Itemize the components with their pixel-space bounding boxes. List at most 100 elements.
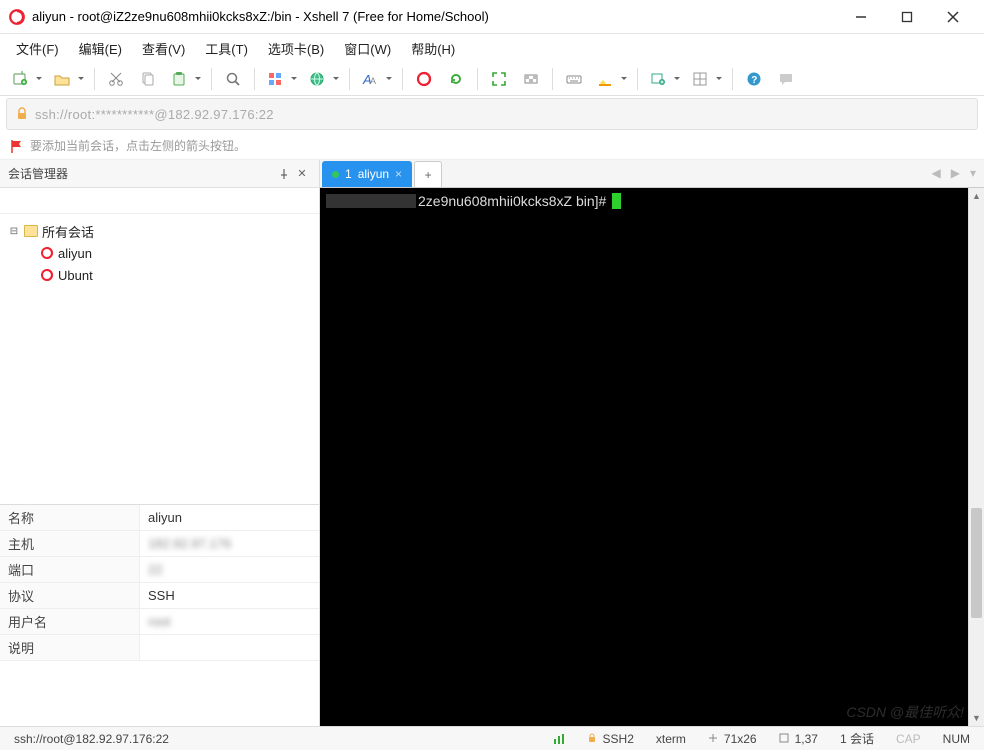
svg-text:?: ? xyxy=(751,75,757,86)
tab-aliyun[interactable]: 1 aliyun × xyxy=(322,161,412,187)
terminal-scrollbar[interactable]: ▲ ▼ xyxy=(968,188,984,726)
session-manager-panel: 会话管理器 ✕ ⊟ 所有会话 aliyun Ubun xyxy=(0,160,320,726)
xshell-button[interactable] xyxy=(409,65,439,93)
size-icon xyxy=(708,733,720,745)
status-address: ssh://root@182.92.97.176:22 xyxy=(8,732,175,746)
terminal[interactable]: 2ze9nu608mhii0kcks8xZ bin]# xyxy=(320,188,968,726)
toolbar-sep xyxy=(477,68,478,90)
help-button[interactable]: ? xyxy=(739,65,769,93)
scroll-thumb[interactable] xyxy=(971,508,982,618)
keyboard-button[interactable] xyxy=(559,65,589,93)
address-text: ssh://root:***********@182.92.97.176:22 xyxy=(35,107,274,122)
menu-window[interactable]: 窗口(W) xyxy=(336,35,399,62)
prop-value: aliyun xyxy=(140,510,319,525)
status-term: xterm xyxy=(650,732,692,746)
highlight-button[interactable] xyxy=(591,65,631,93)
session-root-label: 所有会话 xyxy=(42,222,94,241)
tabbar: 1 aliyun × + ◀ ▶ ▾ xyxy=(320,160,984,188)
status-activity xyxy=(547,733,571,745)
svg-text:A: A xyxy=(370,76,376,86)
prop-row-protocol: 协议 SSH xyxy=(0,583,319,609)
scroll-down-button[interactable]: ▼ xyxy=(969,710,984,726)
copy-button[interactable] xyxy=(133,65,163,93)
app-swirl-icon xyxy=(8,8,26,26)
prop-key: 用户名 xyxy=(0,609,140,634)
paste-button[interactable] xyxy=(165,65,205,93)
menu-edit[interactable]: 编辑(E) xyxy=(71,35,130,62)
status-sessions: 1 会话 xyxy=(834,730,880,747)
tab-close-button[interactable]: × xyxy=(395,167,402,181)
status-caps: CAP xyxy=(890,732,927,746)
chat-button[interactable] xyxy=(771,65,801,93)
session-tree-root[interactable]: ⊟ 所有会话 xyxy=(4,220,315,242)
prop-key: 说明 xyxy=(0,635,140,660)
prop-key: 端口 xyxy=(0,557,140,582)
addressbar[interactable]: ssh://root:***********@182.92.97.176:22 xyxy=(6,98,978,130)
hint-text: 要添加当前会话，点击左侧的箭头按钮。 xyxy=(30,137,246,154)
activity-icon xyxy=(553,733,565,745)
globe-button[interactable] xyxy=(303,65,343,93)
menu-tools[interactable]: 工具(T) xyxy=(197,35,256,62)
prop-value: root xyxy=(140,614,319,629)
session-swirl-icon xyxy=(40,268,54,282)
refresh-button[interactable] xyxy=(441,65,471,93)
tab-label: aliyun xyxy=(358,167,389,181)
lock-small-icon xyxy=(587,733,599,745)
session-search-input[interactable] xyxy=(0,188,319,213)
session-label: Ubunt xyxy=(58,268,93,283)
session-tree: ⊟ 所有会话 aliyun Ubunt xyxy=(0,214,319,504)
main-area: 会话管理器 ✕ ⊟ 所有会话 aliyun Ubun xyxy=(0,160,984,726)
tile-button[interactable] xyxy=(686,65,726,93)
menu-help[interactable]: 帮助(H) xyxy=(403,35,463,62)
toolbar-sep xyxy=(211,68,212,90)
menu-tabs[interactable]: 选项卡(B) xyxy=(260,35,332,62)
minimize-button[interactable] xyxy=(838,1,884,33)
tab-prev-button[interactable]: ◀ xyxy=(930,164,943,182)
status-pos: 1,37 xyxy=(773,732,824,746)
prop-row-desc: 说明 xyxy=(0,635,319,661)
hintbar: 要添加当前会话，点击左侧的箭头按钮。 xyxy=(0,132,984,160)
scroll-up-button[interactable]: ▲ xyxy=(969,188,984,204)
new-session-button[interactable] xyxy=(6,65,46,93)
cursor-pos-icon xyxy=(779,733,791,745)
new-window-button[interactable] xyxy=(644,65,684,93)
panel-close-button[interactable]: ✕ xyxy=(293,165,311,183)
session-manager-header: 会话管理器 ✕ xyxy=(0,160,319,188)
tab-next-button[interactable]: ▶ xyxy=(949,164,962,182)
font-button[interactable]: AA xyxy=(356,65,396,93)
cut-button[interactable] xyxy=(101,65,131,93)
status-pos-label: 1,37 xyxy=(795,732,818,746)
close-button[interactable] xyxy=(930,1,976,33)
fullscreen-button[interactable] xyxy=(484,65,514,93)
tab-nav: ◀ ▶ ▾ xyxy=(930,164,979,182)
toolbar: AA ? xyxy=(0,62,984,96)
open-session-button[interactable] xyxy=(48,65,88,93)
session-label: aliyun xyxy=(58,246,92,261)
toolbar-sep xyxy=(732,68,733,90)
terminal-prompt: 2ze9nu608mhii0kcks8xZ bin]# xyxy=(418,193,610,209)
menu-view[interactable]: 查看(V) xyxy=(134,35,193,62)
status-num: NUM xyxy=(937,732,976,746)
session-search-row xyxy=(0,188,319,214)
transparency-button[interactable] xyxy=(516,65,546,93)
prop-value: SSH xyxy=(140,588,319,603)
layout-button[interactable] xyxy=(261,65,301,93)
prop-value: 22 xyxy=(140,562,319,577)
pin-button[interactable] xyxy=(275,165,293,183)
prop-key: 主机 xyxy=(0,531,140,556)
menu-file[interactable]: 文件(F) xyxy=(8,35,67,62)
status-ssh: SSH2 xyxy=(581,732,640,746)
toolbar-sep xyxy=(254,68,255,90)
tab-menu-button[interactable]: ▾ xyxy=(968,164,978,182)
maximize-button[interactable] xyxy=(884,1,930,33)
folder-icon xyxy=(24,225,38,237)
session-item-ubunt[interactable]: Ubunt xyxy=(4,264,315,286)
scroll-track[interactable] xyxy=(969,204,984,710)
search-button[interactable] xyxy=(218,65,248,93)
tab-add-button[interactable]: + xyxy=(414,161,442,187)
tree-collapse-icon[interactable]: ⊟ xyxy=(8,226,20,237)
toolbar-sep xyxy=(637,68,638,90)
menubar: 文件(F) 编辑(E) 查看(V) 工具(T) 选项卡(B) 窗口(W) 帮助(… xyxy=(0,34,984,62)
terminal-panel: 1 aliyun × + ◀ ▶ ▾ 2ze9nu608mhii0kcks8xZ… xyxy=(320,160,984,726)
session-item-aliyun[interactable]: aliyun xyxy=(4,242,315,264)
